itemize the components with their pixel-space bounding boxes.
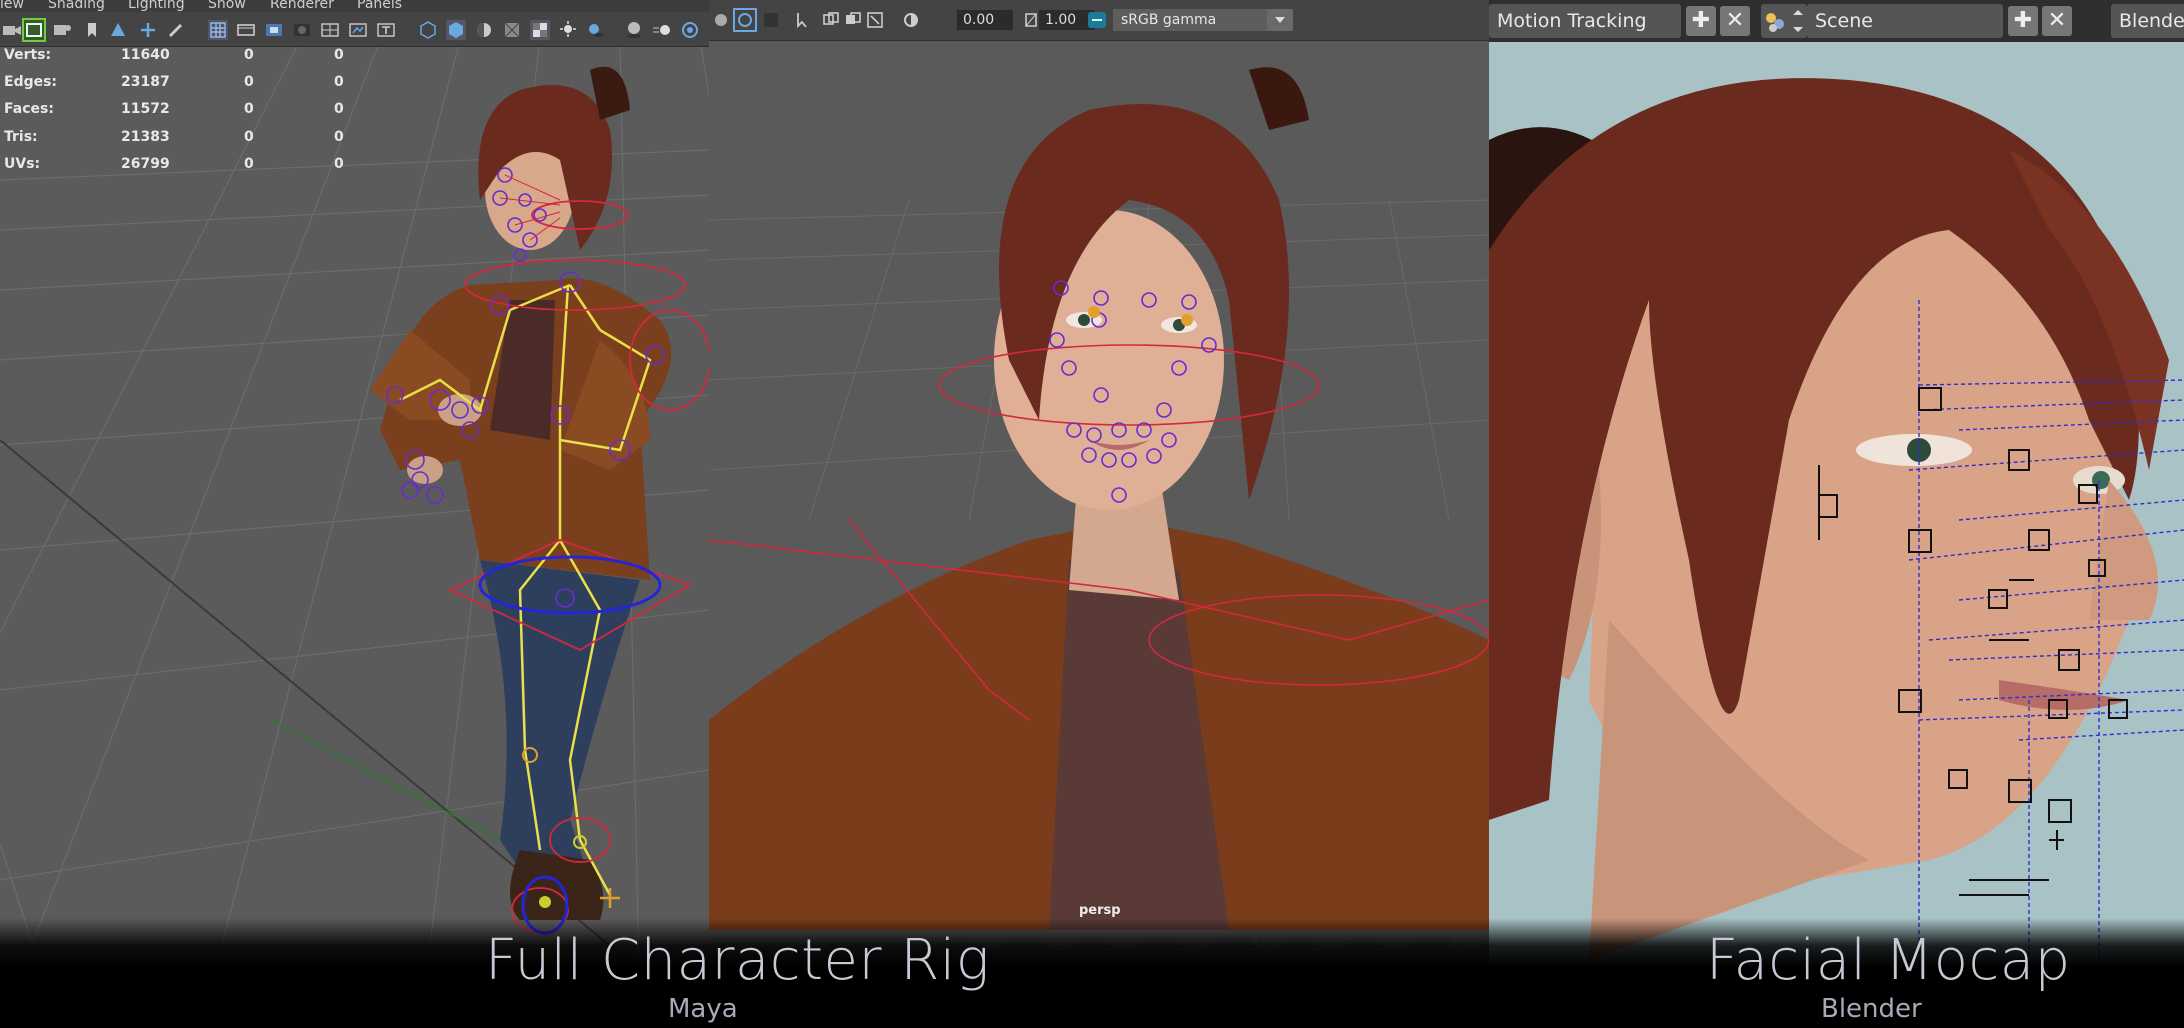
right-caption-title: Facial Mocap xyxy=(1706,928,2071,993)
blender-viewport[interactable]: Motion Tracking ✚ ✕ Scene ✚ ✕ Blender xyxy=(1489,0,2184,1028)
sphere-icon[interactable] xyxy=(711,10,731,30)
hud-label: UVs: xyxy=(4,156,41,172)
hud-label: Verts: xyxy=(4,47,52,63)
xray-icon[interactable] xyxy=(502,20,522,40)
hud-value: 0 xyxy=(334,156,344,172)
hud-value: 0 xyxy=(244,156,254,172)
menu-shading[interactable]: Shading xyxy=(48,0,105,12)
editor-type-label: Motion Tracking xyxy=(1497,10,1647,32)
film-gate-icon[interactable] xyxy=(236,20,256,40)
hud-label: Tris: xyxy=(4,129,38,145)
add-screen-button[interactable]: ✚ xyxy=(1686,6,1716,36)
right-caption-subtitle: Blender xyxy=(1821,994,1922,1024)
hud-value: 0 xyxy=(334,129,344,145)
hud-value: 26799 xyxy=(121,156,170,172)
blender-info-header: Motion Tracking ✚ ✕ Scene ✚ ✕ Blender xyxy=(1489,0,2184,42)
left-caption-title: Full Character Rig xyxy=(485,928,990,993)
frame-all-icon[interactable] xyxy=(821,10,841,30)
hud-value: 0 xyxy=(244,74,254,90)
hud-value: 0 xyxy=(334,74,344,90)
menu-panels[interactable]: Panels xyxy=(357,0,402,12)
isolate-icon[interactable] xyxy=(733,8,757,32)
plus-icon: ✚ xyxy=(2013,8,2033,33)
tracking-markers-overlay[interactable] xyxy=(1489,0,2184,1028)
frame-selected-icon[interactable] xyxy=(843,10,863,30)
panel-toolbar xyxy=(0,12,709,47)
menu-renderer[interactable]: Renderer xyxy=(270,0,334,12)
scene-icon xyxy=(1766,10,1803,32)
hud-value: 0 xyxy=(244,101,254,117)
left-caption-subtitle: Maya xyxy=(668,994,738,1024)
motion-blur-icon[interactable] xyxy=(652,20,672,40)
shadows-icon[interactable] xyxy=(586,20,606,40)
image-plane-icon[interactable] xyxy=(108,20,128,40)
2d-pan-icon[interactable] xyxy=(138,20,158,40)
rig-controls-overlay[interactable] xyxy=(0,0,709,1028)
maya-viewport-close-up[interactable]: 0.00 1.00 sRGB gamma persp 2600 2800 300… xyxy=(709,0,1489,1028)
smooth-shade-icon[interactable] xyxy=(446,20,466,40)
camera-label: persp xyxy=(1079,903,1121,918)
gate-mask-icon[interactable] xyxy=(292,20,312,40)
render-engine-label: Blender xyxy=(2119,10,2184,32)
hud-value: 23187 xyxy=(121,74,170,90)
isolate-select-icon[interactable] xyxy=(680,20,700,40)
editor-type-field[interactable]: Motion Tracking xyxy=(1489,4,1681,38)
select-icon[interactable] xyxy=(793,10,813,30)
scene-name-field[interactable]: Scene xyxy=(1807,4,2003,38)
hud-label: Faces: xyxy=(4,101,54,117)
caption-bar: Full Character Rig Maya Facial Mocap Ble… xyxy=(0,918,2184,1028)
close-icon: ✕ xyxy=(1725,8,1745,33)
hud-value: 11572 xyxy=(121,101,170,117)
hud-label: Edges: xyxy=(4,74,58,90)
hud-value: 0 xyxy=(334,101,344,117)
hud-value: 11640 xyxy=(121,47,170,63)
menu-lighting[interactable]: Lighting xyxy=(128,0,185,12)
gamma-icon[interactable] xyxy=(1021,10,1041,30)
scene-name-label: Scene xyxy=(1815,10,1873,32)
viewport-toolbar: 0.00 1.00 sRGB gamma xyxy=(709,0,1489,41)
plus-icon: ✚ xyxy=(1691,8,1711,33)
hud-value: 0 xyxy=(334,47,344,63)
exposure-icon[interactable] xyxy=(901,10,921,30)
color-management-icon[interactable] xyxy=(1087,10,1107,30)
grid-icon[interactable] xyxy=(208,20,228,40)
grease-pencil-icon[interactable] xyxy=(166,20,186,40)
hud-value: 21383 xyxy=(121,129,170,145)
safe-title-icon[interactable] xyxy=(376,20,396,40)
lights-icon[interactable] xyxy=(558,20,578,40)
field-chart-icon[interactable] xyxy=(320,20,340,40)
face-rig-controls[interactable] xyxy=(709,0,1489,1028)
add-scene-button[interactable]: ✚ xyxy=(2008,6,2038,36)
render-engine-field[interactable]: Blender xyxy=(2111,4,2184,38)
default-material-icon[interactable] xyxy=(474,20,494,40)
ambient-occlusion-icon[interactable] xyxy=(624,20,644,40)
camera-icon[interactable] xyxy=(2,20,22,40)
hud-value: 0 xyxy=(244,129,254,145)
color-space-dropdown[interactable]: sRGB gamma xyxy=(1113,9,1293,31)
resolution-gate-icon[interactable] xyxy=(264,20,284,40)
close-icon: ✕ xyxy=(2047,8,2067,33)
fit-view-icon[interactable] xyxy=(865,10,885,30)
panel-menu-bar: iew Shading Lighting Show Renderer Panel… xyxy=(0,0,709,12)
remove-scene-button[interactable]: ✕ xyxy=(2042,6,2072,36)
bookmark-icon[interactable] xyxy=(82,20,102,40)
hud-value: 0 xyxy=(244,47,254,63)
dropdown-arrow-icon[interactable] xyxy=(1267,9,1293,31)
remove-screen-button[interactable]: ✕ xyxy=(1720,6,1750,36)
safe-action-icon[interactable] xyxy=(348,20,368,40)
menu-view[interactable]: iew xyxy=(0,0,24,12)
color-space-value: sRGB gamma xyxy=(1121,12,1217,28)
display-icon[interactable] xyxy=(761,10,781,30)
menu-show[interactable]: Show xyxy=(208,0,246,12)
wireframe-icon[interactable] xyxy=(418,20,438,40)
film-icon[interactable] xyxy=(52,20,72,40)
select-camera-icon[interactable] xyxy=(22,18,46,42)
maya-viewport-full-body[interactable]: iew Shading Lighting Show Renderer Panel… xyxy=(0,0,709,1028)
exposure-field[interactable]: 0.00 xyxy=(957,10,1013,30)
textured-icon[interactable] xyxy=(530,20,550,40)
scene-selector-button[interactable] xyxy=(1761,4,1807,38)
